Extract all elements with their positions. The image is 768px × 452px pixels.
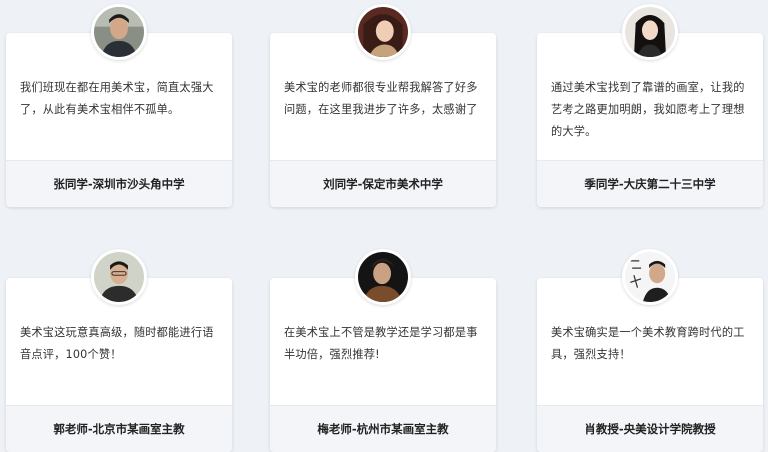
testimonial-author: 刘同学-保定市美术中学 [270, 160, 496, 207]
teacher-avatar [91, 249, 147, 305]
testimonial-author: 肖教授-央美设计学院教授 [537, 405, 763, 452]
student-girl-avatar [622, 4, 678, 60]
testimonial-author: 梅老师-杭州市某画室主教 [270, 405, 496, 452]
testimonial-author: 郭老师-北京市某画室主教 [6, 405, 232, 452]
student-boy-avatar [91, 4, 147, 60]
student-girl-avatar [355, 4, 411, 60]
teacher-avatar [355, 249, 411, 305]
professor-avatar [622, 249, 678, 305]
testimonial-author: 季同学-大庆第二十三中学 [537, 160, 763, 207]
testimonial-author: 张同学-深圳市沙头角中学 [6, 160, 232, 207]
